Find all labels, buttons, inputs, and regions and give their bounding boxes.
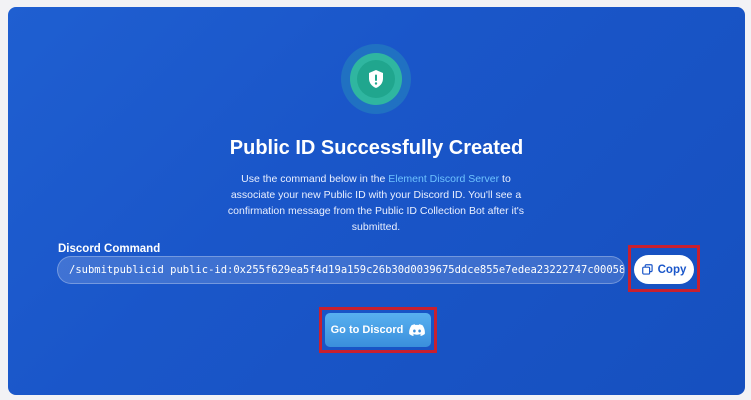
page-title: Public ID Successfully Created: [229, 137, 524, 159]
discord-command-label: Discord Command: [58, 243, 161, 255]
element-discord-server-link[interactable]: Element Discord Server: [388, 173, 499, 185]
copy-button-label: Copy: [657, 263, 687, 276]
shield-badge: [341, 44, 411, 114]
copy-button[interactable]: Copy: [634, 255, 694, 284]
shield-alert-icon: [369, 70, 383, 88]
copy-icon: [641, 264, 653, 275]
go-to-discord-button[interactable]: Go to Discord: [325, 313, 431, 347]
instructions-text: Use the command below in the Element Dis…: [226, 171, 526, 235]
discord-icon: [409, 324, 426, 336]
go-to-discord-label: Go to Discord: [330, 324, 404, 336]
discord-command-field[interactable]: /submitpublicid public-id:0x255f629ea5f4…: [57, 256, 625, 284]
instructions-before-link: Use the command below in the: [241, 173, 389, 185]
success-card: Public ID Successfully Created Use the c…: [8, 7, 745, 395]
